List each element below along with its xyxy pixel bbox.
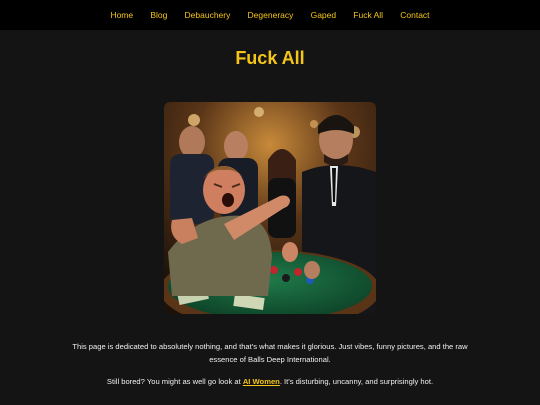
nav-link-home[interactable]: Home — [102, 0, 142, 30]
ai-women-text-before: Still bored? You might as well go look a… — [106, 377, 243, 386]
nav-link-blog[interactable]: Blog — [142, 0, 176, 30]
nav-link-degeneracy[interactable]: Degeneracy — [239, 0, 302, 30]
nav-link-contact[interactable]: Contact — [392, 0, 438, 30]
page-title: Fuck All — [235, 48, 305, 68]
nav-link-fuck-all[interactable]: Fuck All — [345, 0, 392, 30]
top-navigation: Home Blog Debauchery Degeneracy Gaped Fu… — [0, 0, 540, 30]
main-content: Fuck All This page is dedicated to absol… — [0, 30, 540, 388]
nav-link-gaped[interactable]: Gaped — [302, 0, 345, 30]
body-text: This page is dedicated to absolutely not… — [65, 340, 475, 388]
hero-image — [164, 102, 376, 314]
ai-women-paragraph: Still bored? You might as well go look a… — [65, 375, 475, 388]
ai-women-link[interactable]: AI Women — [243, 377, 280, 386]
intro-paragraph: This page is dedicated to absolutely not… — [72, 342, 468, 364]
ai-women-text-after: . It's disturbing, uncanny, and surprisi… — [279, 377, 434, 386]
nav-link-debauchery[interactable]: Debauchery — [176, 0, 239, 30]
